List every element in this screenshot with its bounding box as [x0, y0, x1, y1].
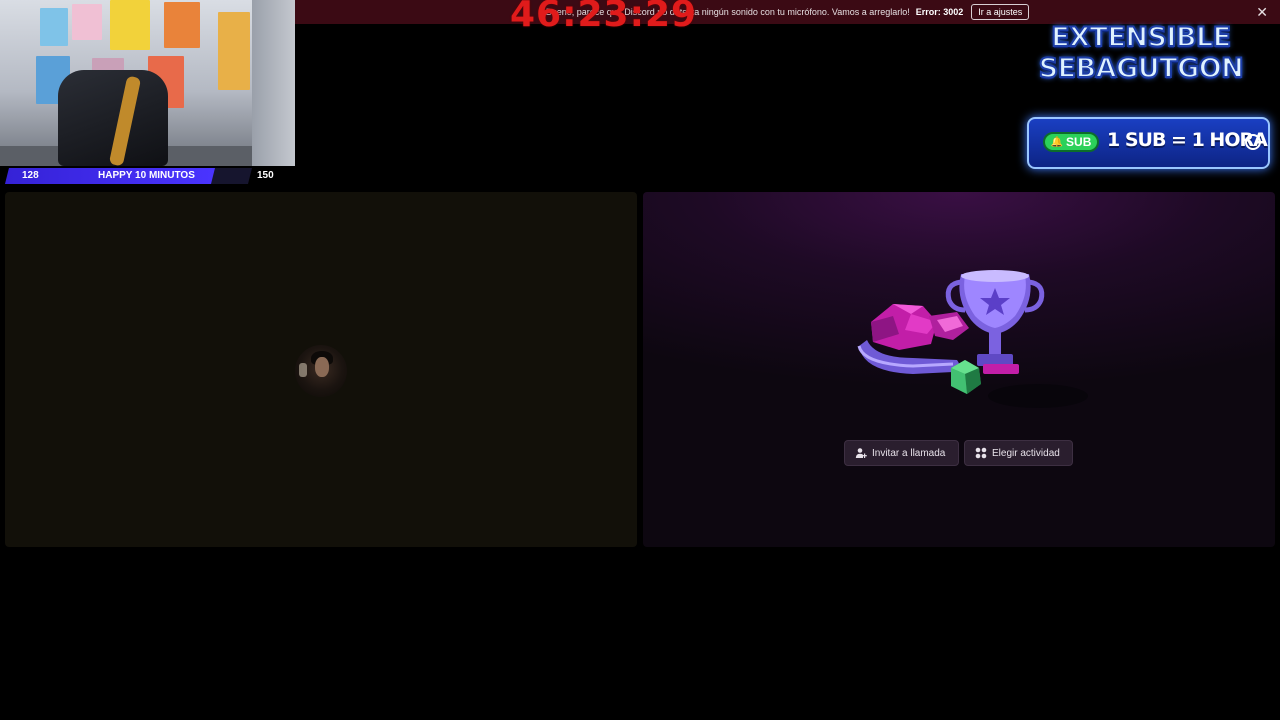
webcam-feed	[0, 0, 295, 166]
progress-goal-label: 150	[257, 170, 274, 181]
progress-current-label: 128	[22, 170, 39, 181]
activity-tile: Invitar a llamada Elegir actividad	[643, 192, 1275, 547]
poster	[164, 2, 200, 48]
poster	[72, 4, 102, 40]
avatar	[295, 345, 347, 397]
progress-title: HAPPY 10 MINUTOS	[98, 170, 195, 181]
logo-line-2: SEBAGUTGON	[1038, 52, 1245, 85]
error-code: Error: 3002	[915, 7, 964, 17]
sub-pill-label: SUB	[1066, 135, 1092, 149]
avatar-light	[299, 363, 307, 377]
close-icon[interactable]: ✕	[1256, 4, 1268, 20]
happy-progress-bar: 128 HAPPY 10 MINUTOS 150	[5, 168, 295, 184]
participant-tile[interactable]	[5, 192, 637, 547]
invite-to-call-label: Invitar a llamada	[872, 447, 946, 459]
trophy-gem-illustration	[857, 270, 1088, 408]
activity-grid-icon	[975, 447, 987, 459]
sub-banner-text: 1 SUB = 1 HORA	[1107, 129, 1268, 151]
sub-pill: 🔔 SUB	[1043, 132, 1099, 152]
countdown-timer: 46:23:29	[510, 0, 698, 35]
poster	[218, 12, 250, 90]
logo-line-1: EXTENSIBLE	[1050, 21, 1232, 54]
invite-to-call-button[interactable]: Invitar a llamada	[844, 440, 959, 466]
add-user-icon	[855, 448, 867, 458]
avatar-face	[315, 357, 329, 377]
go-to-settings-button[interactable]: Ir a ajustes	[971, 4, 1030, 20]
door	[252, 0, 295, 166]
stream-logo: EXTENSIBLE SEBAGUTGON	[1034, 21, 1248, 92]
sub-promo-banner: 🔔 SUB 1 SUB = 1 HORA	[1027, 117, 1270, 169]
poster	[40, 8, 68, 46]
alarm-clock-icon	[1245, 134, 1261, 150]
choose-activity-button[interactable]: Elegir actividad	[964, 440, 1073, 466]
error-banner: Bueno, parece que Discord no detecta nin…	[295, 0, 1280, 24]
poster	[110, 0, 150, 50]
bell-icon: 🔔	[1050, 136, 1064, 148]
choose-activity-label: Elegir actividad	[992, 447, 1060, 459]
